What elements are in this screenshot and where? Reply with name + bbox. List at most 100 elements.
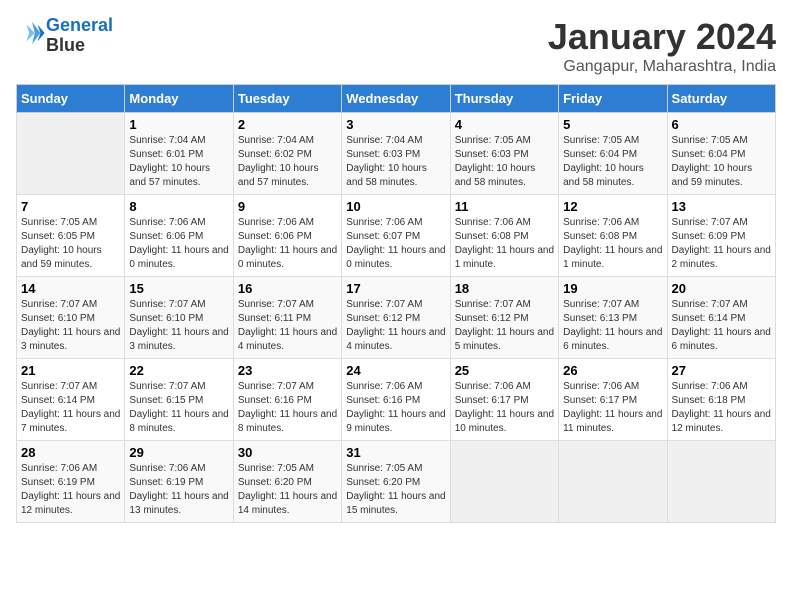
- day-info: Sunrise: 7:07 AMSunset: 6:16 PMDaylight:…: [238, 380, 337, 436]
- day-info: Sunrise: 7:07 AMSunset: 6:10 PMDaylight:…: [129, 298, 228, 354]
- location-title: Gangapur, Maharashtra, India: [548, 58, 776, 76]
- day-number: 27: [672, 363, 771, 378]
- calendar-cell: 17 Sunrise: 7:07 AMSunset: 6:12 PMDayligh…: [342, 277, 450, 359]
- calendar-cell: 15 Sunrise: 7:07 AMSunset: 6:10 PMDayligh…: [125, 277, 233, 359]
- calendar-cell: 21 Sunrise: 7:07 AMSunset: 6:14 PMDayligh…: [17, 359, 125, 441]
- day-info: Sunrise: 7:06 AMSunset: 6:18 PMDaylight:…: [672, 380, 771, 436]
- calendar-week-5: 28Sunrise: 7:06 AMSunset: 6:19 PMDayligh…: [17, 441, 776, 523]
- day-number: 31: [346, 445, 445, 460]
- day-number: 5: [563, 117, 662, 132]
- day-number: 17: [346, 281, 445, 296]
- day-number: 22: [129, 363, 228, 378]
- day-info: Sunrise: 7:04 AMSunset: 6:02 PMDaylight:…: [238, 134, 337, 190]
- day-info: Sunrise: 7:06 AMSunset: 6:06 PMDaylight:…: [238, 216, 337, 272]
- day-info: Sunrise: 7:06 AMSunset: 6:08 PMDaylight:…: [563, 216, 662, 272]
- calendar-cell: 24Sunrise: 7:06 AMSunset: 6:16 PMDayligh…: [342, 359, 450, 441]
- day-number: 11: [455, 199, 554, 214]
- day-info: Sunrise: 7:07 AMSunset: 6:13 PMDaylight:…: [563, 298, 662, 354]
- calendar-cell: 26 Sunrise: 7:06 AMSunset: 6:17 PMDayligh…: [559, 359, 667, 441]
- day-info: Sunrise: 7:06 AMSunset: 6:07 PMDaylight:…: [346, 216, 445, 272]
- calendar-cell: 12 Sunrise: 7:06 AMSunset: 6:08 PMDayligh…: [559, 195, 667, 277]
- calendar-cell: 28Sunrise: 7:06 AMSunset: 6:19 PMDayligh…: [17, 441, 125, 523]
- day-info: Sunrise: 7:06 AMSunset: 6:17 PMDaylight:…: [455, 380, 554, 436]
- calendar-cell: 18 Sunrise: 7:07 AMSunset: 6:12 PMDayligh…: [450, 277, 558, 359]
- day-number: 16: [238, 281, 337, 296]
- day-info: Sunrise: 7:05 AMSunset: 6:04 PMDaylight:…: [563, 134, 662, 190]
- day-info: Sunrise: 7:04 AMSunset: 6:01 PMDaylight:…: [129, 134, 228, 190]
- calendar-cell: 27 Sunrise: 7:06 AMSunset: 6:18 PMDayligh…: [667, 359, 775, 441]
- month-title: January 2024: [548, 16, 776, 58]
- day-info: Sunrise: 7:05 AMSunset: 6:04 PMDaylight:…: [672, 134, 771, 190]
- calendar-cell: 19 Sunrise: 7:07 AMSunset: 6:13 PMDayligh…: [559, 277, 667, 359]
- weekday-header-saturday: Saturday: [667, 85, 775, 113]
- day-number: 18: [455, 281, 554, 296]
- day-info: Sunrise: 7:07 AMSunset: 6:12 PMDaylight:…: [346, 298, 445, 354]
- day-number: 24: [346, 363, 445, 378]
- logo: GeneralBlue: [16, 16, 113, 56]
- day-info: Sunrise: 7:07 AMSunset: 6:14 PMDaylight:…: [21, 380, 120, 436]
- day-number: 15: [129, 281, 228, 296]
- logo-text: GeneralBlue: [46, 16, 113, 56]
- day-info: Sunrise: 7:05 AMSunset: 6:20 PMDaylight:…: [238, 462, 337, 518]
- calendar-cell: 30 Sunrise: 7:05 AMSunset: 6:20 PMDayligh…: [233, 441, 341, 523]
- day-number: 25: [455, 363, 554, 378]
- day-info: Sunrise: 7:06 AMSunset: 6:17 PMDaylight:…: [563, 380, 662, 436]
- calendar-cell: [17, 113, 125, 195]
- day-number: 23: [238, 363, 337, 378]
- day-number: 10: [346, 199, 445, 214]
- calendar-cell: 4 Sunrise: 7:05 AMSunset: 6:03 PMDaylight…: [450, 113, 558, 195]
- day-number: 21: [21, 363, 120, 378]
- calendar-cell: 8 Sunrise: 7:06 AMSunset: 6:06 PMDaylight…: [125, 195, 233, 277]
- calendar-cell: 3Sunrise: 7:04 AMSunset: 6:03 PMDaylight…: [342, 113, 450, 195]
- calendar-cell: 29Sunrise: 7:06 AMSunset: 6:19 PMDayligh…: [125, 441, 233, 523]
- calendar-cell: [450, 441, 558, 523]
- day-number: 20: [672, 281, 771, 296]
- day-number: 14: [21, 281, 120, 296]
- calendar-cell: 2Sunrise: 7:04 AMSunset: 6:02 PMDaylight…: [233, 113, 341, 195]
- day-number: 6: [672, 117, 771, 132]
- day-number: 26: [563, 363, 662, 378]
- calendar-cell: 25 Sunrise: 7:06 AMSunset: 6:17 PMDayligh…: [450, 359, 558, 441]
- day-info: Sunrise: 7:04 AMSunset: 6:03 PMDaylight:…: [346, 134, 445, 190]
- day-number: 1: [129, 117, 228, 132]
- calendar-cell: 7Sunrise: 7:05 AMSunset: 6:05 PMDaylight…: [17, 195, 125, 277]
- weekday-header-tuesday: Tuesday: [233, 85, 341, 113]
- calendar-cell: [667, 441, 775, 523]
- day-number: 19: [563, 281, 662, 296]
- day-number: 30: [238, 445, 337, 460]
- title-area: January 2024 Gangapur, Maharashtra, Indi…: [548, 16, 776, 76]
- calendar-cell: 22Sunrise: 7:07 AMSunset: 6:15 PMDayligh…: [125, 359, 233, 441]
- calendar-table: SundayMondayTuesdayWednesdayThursdayFrid…: [16, 84, 776, 523]
- day-number: 9: [238, 199, 337, 214]
- calendar-cell: 14Sunrise: 7:07 AMSunset: 6:10 PMDayligh…: [17, 277, 125, 359]
- day-info: Sunrise: 7:07 AMSunset: 6:09 PMDaylight:…: [672, 216, 771, 272]
- calendar-cell: 13 Sunrise: 7:07 AMSunset: 6:09 PMDayligh…: [667, 195, 775, 277]
- day-info: Sunrise: 7:05 AMSunset: 6:03 PMDaylight:…: [455, 134, 554, 190]
- day-info: Sunrise: 7:05 AMSunset: 6:05 PMDaylight:…: [21, 216, 120, 272]
- day-info: Sunrise: 7:07 AMSunset: 6:14 PMDaylight:…: [672, 298, 771, 354]
- weekday-header-friday: Friday: [559, 85, 667, 113]
- day-info: Sunrise: 7:06 AMSunset: 6:08 PMDaylight:…: [455, 216, 554, 272]
- day-number: 12: [563, 199, 662, 214]
- logo-icon: [18, 19, 46, 47]
- day-info: Sunrise: 7:07 AMSunset: 6:12 PMDaylight:…: [455, 298, 554, 354]
- day-info: Sunrise: 7:06 AMSunset: 6:06 PMDaylight:…: [129, 216, 228, 272]
- calendar-cell: 5 Sunrise: 7:05 AMSunset: 6:04 PMDaylight…: [559, 113, 667, 195]
- calendar-cell: 20 Sunrise: 7:07 AMSunset: 6:14 PMDayligh…: [667, 277, 775, 359]
- calendar-cell: 10 Sunrise: 7:06 AMSunset: 6:07 PMDayligh…: [342, 195, 450, 277]
- calendar-week-3: 14 Sunrise: 7:07 AMSunset: 6:10 PMDayligh…: [17, 277, 776, 359]
- day-number: 4: [455, 117, 554, 132]
- calendar-cell: 11 Sunrise: 7:06 AMSunset: 6:08 PMDayligh…: [450, 195, 558, 277]
- page-header: GeneralBlue January 2024 Gangapur, Mahar…: [16, 16, 776, 76]
- calendar-cell: 16Sunrise: 7:07 AMSunset: 6:11 PMDayligh…: [233, 277, 341, 359]
- weekday-header-sunday: Sunday: [17, 85, 125, 113]
- calendar-week-4: 21 Sunrise: 7:07 AMSunset: 6:14 PMDayligh…: [17, 359, 776, 441]
- weekday-header-monday: Monday: [125, 85, 233, 113]
- day-info: Sunrise: 7:06 AMSunset: 6:19 PMDaylight:…: [21, 462, 120, 518]
- day-number: 13: [672, 199, 771, 214]
- day-number: 8: [129, 199, 228, 214]
- calendar-cell: 6 Sunrise: 7:05 AMSunset: 6:04 PMDaylight…: [667, 113, 775, 195]
- calendar-cell: 9 Sunrise: 7:06 AMSunset: 6:06 PMDaylight…: [233, 195, 341, 277]
- day-info: Sunrise: 7:06 AMSunset: 6:19 PMDaylight:…: [129, 462, 228, 518]
- calendar-week-2: 7Sunrise: 7:05 AMSunset: 6:05 PMDaylight…: [17, 195, 776, 277]
